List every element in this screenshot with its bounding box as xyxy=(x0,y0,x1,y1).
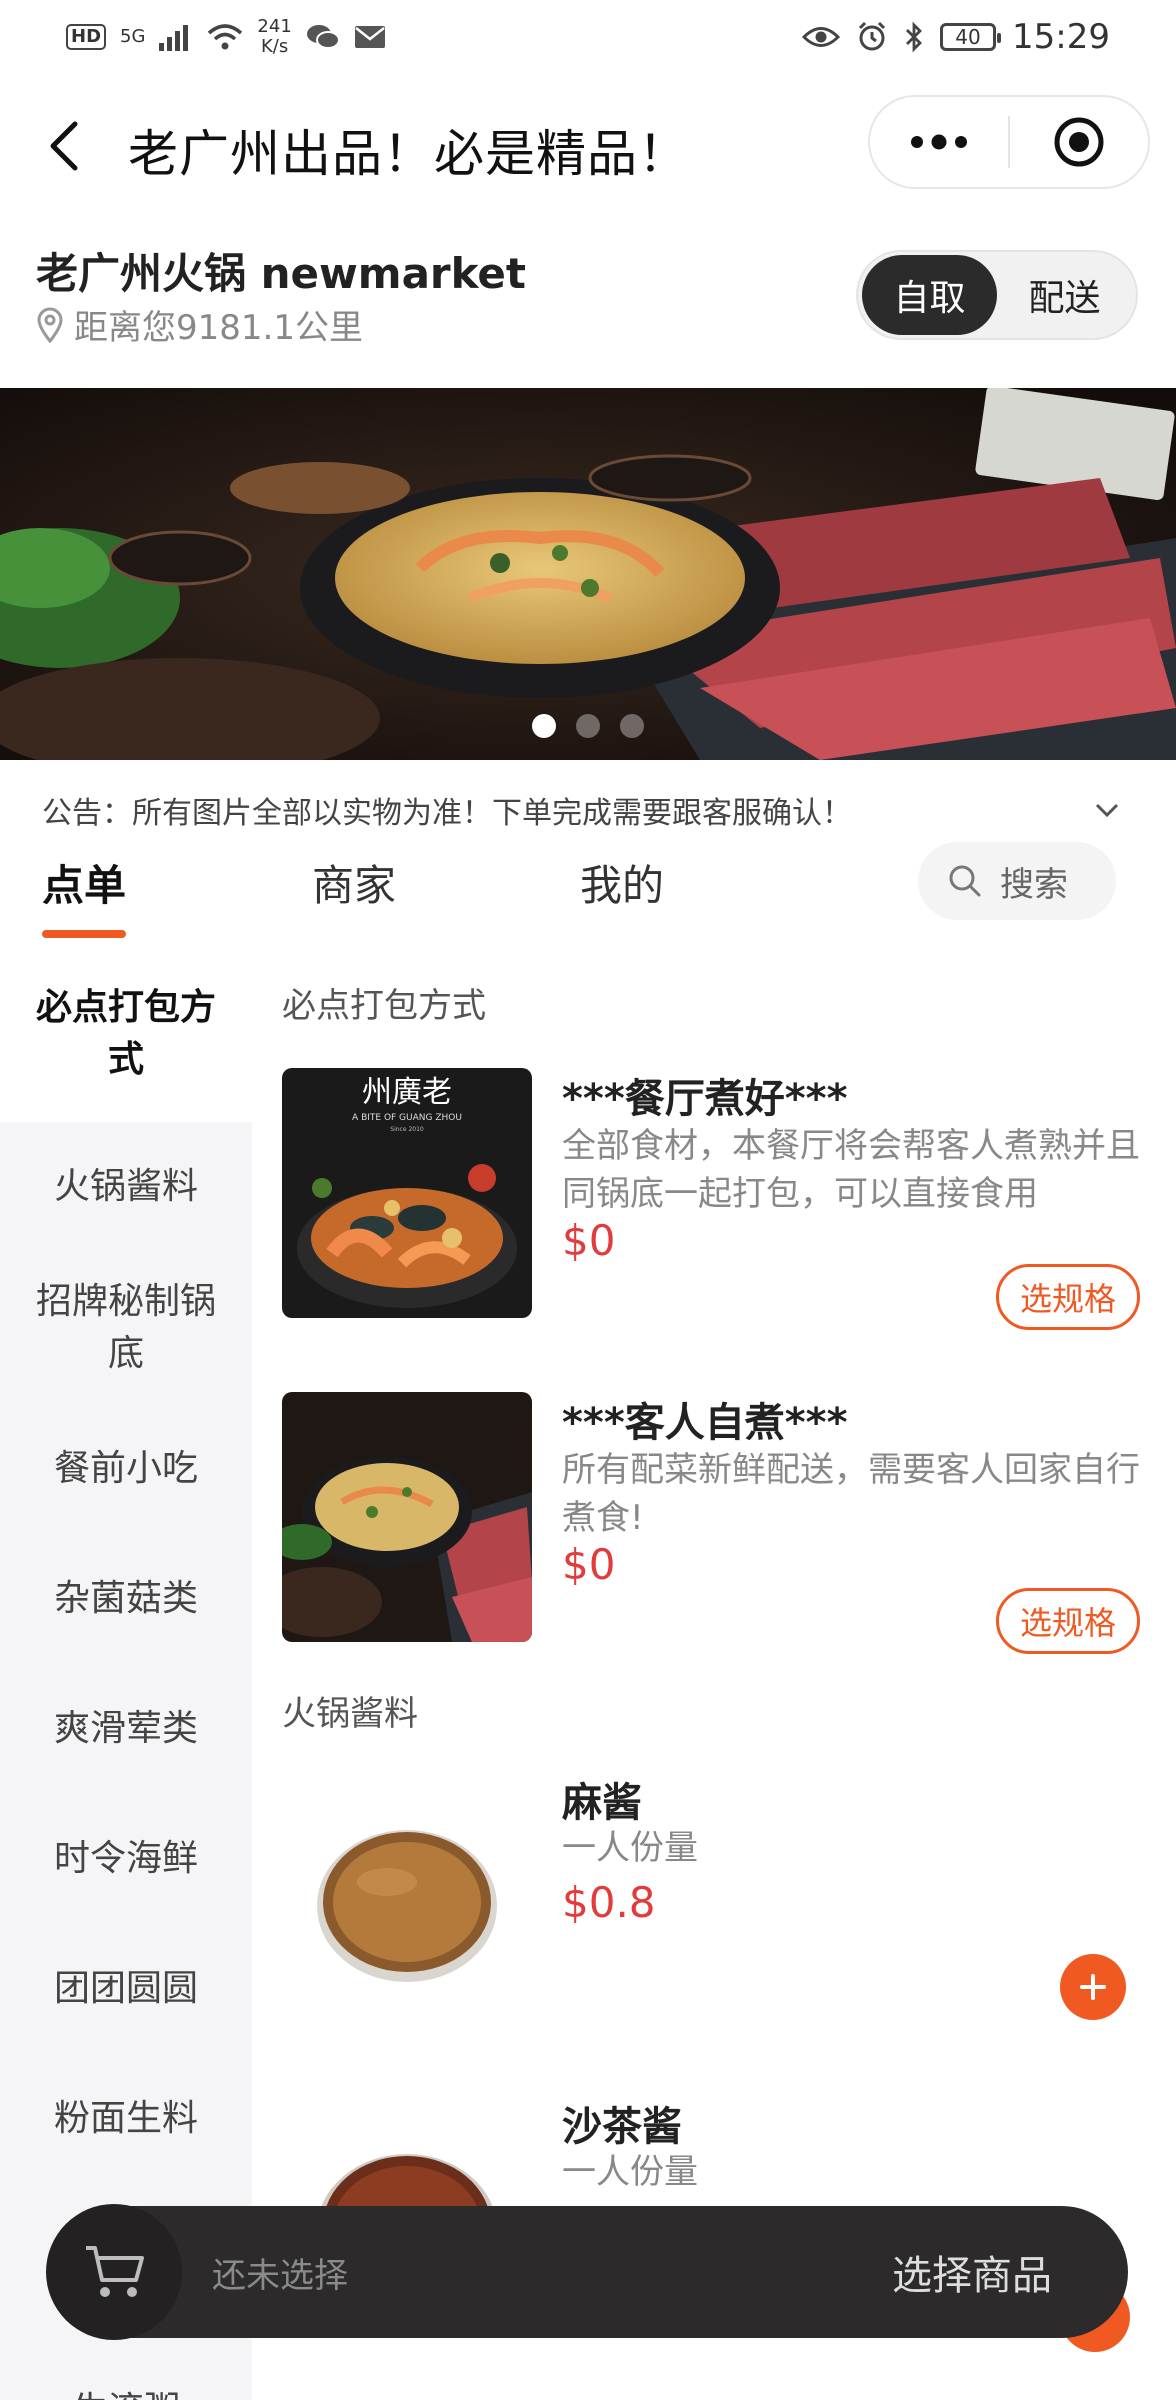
store-distance-text: 距离您9181.1公里 xyxy=(74,308,363,348)
carousel-dots xyxy=(0,714,1176,738)
battery-icon: 40 xyxy=(940,23,1002,51)
signal-icon xyxy=(159,25,189,51)
category-item[interactable]: 生滚粥 xyxy=(0,2346,252,2400)
poster-subtitle: A BITE OF GUANG ZHOU xyxy=(352,1113,462,1123)
alarm-icon xyxy=(858,21,886,51)
bluetooth-icon xyxy=(906,21,922,53)
banner-carousel[interactable] xyxy=(0,388,1176,760)
hotpot-poster-image: 州廣老 A BITE OF GUANG ZHOU Since 2010 xyxy=(282,1068,532,1318)
battery-level: 40 xyxy=(955,25,981,49)
category-item[interactable]: 粉面生料 xyxy=(0,2054,252,2184)
cart-bar[interactable]: 还未选择 选择商品 xyxy=(46,2204,1128,2340)
sesame-sauce-image xyxy=(282,1772,532,2022)
wifi-icon xyxy=(208,24,243,50)
product-image[interactable]: 州廣老 A BITE OF GUANG ZHOU Since 2010 xyxy=(282,1068,532,1318)
tab-order[interactable]: 点单 xyxy=(42,852,126,913)
search-button[interactable]: 搜索 xyxy=(918,842,1116,920)
announcement-text: 公告：所有图片全部以实物为准！下单完成需要跟客服确认！ xyxy=(42,796,852,831)
select-spec-button[interactable]: 选规格 xyxy=(996,1264,1140,1330)
close-miniprogram-button[interactable] xyxy=(1010,97,1148,187)
delivery-option[interactable]: 配送 xyxy=(997,255,1132,335)
category-item[interactable]: 杂菌菇类 xyxy=(0,1534,252,1664)
category-item[interactable]: 招牌秘制锅底 xyxy=(0,1252,252,1404)
more-button[interactable] xyxy=(870,97,1008,187)
location-pin-icon xyxy=(37,307,63,343)
product-price: $0 xyxy=(562,1540,616,1589)
network-speed-value: 241 xyxy=(257,16,292,37)
cart-empty-text: 还未选择 xyxy=(212,2255,348,2296)
back-button[interactable] xyxy=(36,110,92,182)
chevron-down-icon[interactable] xyxy=(1092,792,1122,828)
status-right: 40 15:29 xyxy=(802,17,1110,57)
page-title: 老广州出品！必是精品！ xyxy=(128,125,689,183)
category-item[interactable]: 团团圆圆 xyxy=(0,1924,252,2054)
mini-program-capsule xyxy=(868,95,1150,189)
add-to-cart-button[interactable] xyxy=(1060,1954,1126,2020)
select-spec-button[interactable]: 选规格 xyxy=(996,1588,1140,1654)
carousel-dot[interactable] xyxy=(532,714,556,738)
eye-icon xyxy=(802,27,841,47)
chevron-left-icon xyxy=(50,121,78,171)
product-name: 沙茶酱 xyxy=(562,2104,682,2150)
hotpot-banner-image xyxy=(0,388,1176,760)
status-bar: HD 5G 241 K/s 40 15:29 xyxy=(0,0,1176,74)
carousel-dot[interactable] xyxy=(576,714,600,738)
store-distance: 距离您9181.1公里 xyxy=(36,300,363,349)
section-title: 必点打包方式 xyxy=(282,986,486,1026)
carousel-dot[interactable] xyxy=(620,714,644,738)
product-description: 一人份量 xyxy=(562,1828,698,1868)
wechat-icon xyxy=(306,25,340,49)
main-tabs: 点单 商家 我的 搜索 xyxy=(0,842,1176,946)
hotpot-table-image xyxy=(282,1392,532,1642)
section-title: 火锅酱料 xyxy=(282,1694,418,1734)
store-header: 老广州火锅 newmarket 距离您9181.1公里 自取 配送 xyxy=(0,218,1176,388)
status-left: HD 5G 241 K/s xyxy=(66,17,386,57)
product-description: 所有配菜新鲜配送，需要客人回家自行煮食! xyxy=(562,1450,1140,1538)
delivery-mode-toggle: 自取 配送 xyxy=(856,250,1138,340)
mail-icon xyxy=(354,26,385,48)
search-icon xyxy=(949,865,981,897)
product-list: 必点打包方式 州廣老 A BITE OF GUANG ZHOU Since 20… xyxy=(252,946,1176,2400)
status-time: 15:29 xyxy=(1012,17,1110,57)
category-sidebar: 必点打包方式 火锅酱料 招牌秘制锅底 餐前小吃 杂菌菇类 爽滑荤类 时令海鲜 团… xyxy=(0,946,252,2400)
hd-badge: HD xyxy=(66,24,107,50)
product-image[interactable] xyxy=(282,1772,532,2022)
product-name: ***餐厅煮好*** xyxy=(562,1076,848,1122)
tab-merchant[interactable]: 商家 xyxy=(312,852,396,913)
more-dots-icon xyxy=(911,134,967,150)
poster-title: 州廣老 xyxy=(362,1075,452,1110)
category-item[interactable]: 爽滑荤类 xyxy=(0,1664,252,1794)
product-name: 麻酱 xyxy=(562,1780,642,1826)
product-description: 全部食材，本餐厅将会帮客人煮熟并且同锅底一起打包，可以直接食用 xyxy=(562,1126,1140,1214)
product-image[interactable] xyxy=(282,1392,532,1642)
nav-bar: 老广州出品！必是精品！ xyxy=(0,74,1176,218)
network-speed: 241 K/s xyxy=(257,17,291,57)
category-item[interactable]: 餐前小吃 xyxy=(0,1404,252,1534)
category-item[interactable]: 时令海鲜 xyxy=(0,1794,252,1924)
network-5g-label: 5G xyxy=(120,26,146,47)
store-name: 老广州火锅 newmarket xyxy=(36,249,526,298)
product-name: ***客人自煮*** xyxy=(562,1400,848,1446)
category-item[interactable]: 必点打包方式 xyxy=(0,946,252,1122)
tab-mine[interactable]: 我的 xyxy=(580,852,664,913)
poster-since: Since 2010 xyxy=(390,1126,424,1133)
network-speed-unit: K/s xyxy=(260,36,289,57)
cart-button[interactable] xyxy=(46,2204,182,2340)
shopping-cart-icon xyxy=(86,2246,144,2297)
search-label: 搜索 xyxy=(1000,864,1068,905)
pickup-option[interactable]: 自取 xyxy=(862,255,997,335)
target-circle-icon xyxy=(1054,117,1104,167)
select-items-button[interactable]: 选择商品 xyxy=(892,2243,1052,2301)
plus-icon xyxy=(1080,1974,1106,2000)
product-price: $0.8 xyxy=(562,1878,656,1927)
announcement-bar[interactable]: 公告：所有图片全部以实物为准！下单完成需要跟客服确认！ xyxy=(0,778,1176,842)
tab-active-indicator xyxy=(42,930,126,938)
product-price: $0 xyxy=(562,1216,616,1265)
category-item[interactable]: 火锅酱料 xyxy=(0,1122,252,1252)
product-description: 一人份量 xyxy=(562,2152,698,2192)
